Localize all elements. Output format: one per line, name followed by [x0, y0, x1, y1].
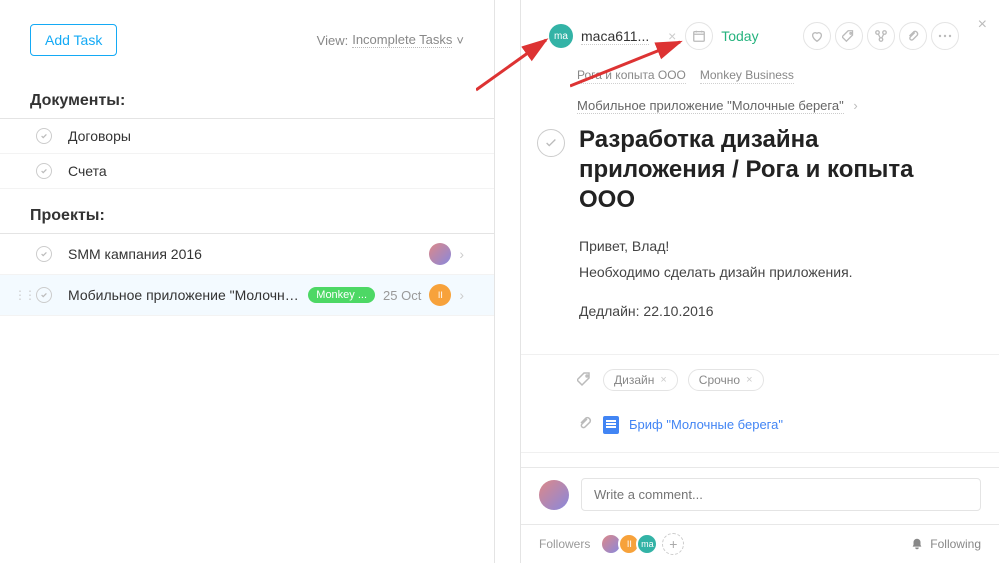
task-detail-panel: ma maca611... × Today × Рога и копыта ОО…: [520, 0, 999, 563]
comment-bar: [521, 467, 999, 521]
task-name: Мобильное приложение "Молочные берега": [68, 287, 302, 303]
followers-label: Followers: [539, 537, 590, 551]
task-list-panel: Add Task View: Incomplete Tasks ˅ Докуме…: [0, 0, 495, 563]
due-date: 25 Oct: [383, 288, 421, 303]
tag-icon[interactable]: [835, 22, 863, 50]
tag-label: Срочно: [699, 373, 740, 387]
task-row[interactable]: Счета: [0, 154, 494, 189]
tags-row: Дизайн × Срочно ×: [521, 354, 999, 405]
chevron-right-icon: ›: [459, 246, 464, 262]
add-task-button[interactable]: Add Task: [30, 24, 117, 56]
assignee-name[interactable]: maca611...: [581, 28, 649, 45]
remove-assignee-icon[interactable]: ×: [663, 27, 681, 45]
following-button[interactable]: Following: [910, 537, 981, 551]
section-header-documents: Документы:: [0, 82, 494, 119]
check-circle-icon[interactable]: [36, 128, 52, 144]
view-value: Incomplete Tasks: [352, 32, 452, 48]
view-label: View:: [317, 33, 349, 48]
task-title[interactable]: Разработка дизайна приложения / Рога и к…: [579, 125, 971, 215]
parent-project-link[interactable]: Мобильное приложение "Молочные берега": [577, 98, 844, 114]
tag-chip[interactable]: Срочно ×: [688, 369, 764, 391]
assignee-avatar[interactable]: II: [429, 284, 451, 306]
follower-avatar[interactable]: ma: [636, 533, 658, 555]
tag-chip[interactable]: Дизайн ×: [603, 369, 678, 391]
project-tag[interactable]: Monkey ...: [308, 287, 375, 303]
tag-label: Дизайн: [614, 373, 654, 387]
chevron-right-icon: ›: [459, 287, 464, 303]
assignee-avatar[interactable]: [429, 243, 451, 265]
task-row[interactable]: Договоры: [0, 119, 494, 154]
task-name: SMM кампания 2016: [68, 246, 421, 262]
current-user-avatar: [539, 480, 569, 510]
breadcrumb-item[interactable]: Рога и копыта ООО: [577, 68, 686, 84]
view-selector[interactable]: View: Incomplete Tasks ˅: [317, 32, 464, 48]
chevron-right-icon: ›: [853, 98, 857, 113]
remove-tag-icon[interactable]: ×: [660, 374, 666, 386]
description-line: Дедлайн: 22.10.2016: [579, 300, 959, 322]
description-line: Привет, Влад!: [579, 235, 959, 257]
breadcrumb-item[interactable]: Monkey Business: [700, 68, 794, 84]
task-row-selected[interactable]: Мобильное приложение "Молочные берега" M…: [0, 275, 494, 316]
check-circle-icon[interactable]: [36, 287, 52, 303]
task-row[interactable]: SMM кампания 2016 ›: [0, 234, 494, 275]
assignee-avatar[interactable]: ma: [549, 24, 573, 48]
check-circle-icon[interactable]: [36, 163, 52, 179]
more-icon[interactable]: [931, 22, 959, 50]
attachment-icon[interactable]: [899, 22, 927, 50]
close-icon[interactable]: ×: [978, 16, 987, 34]
tag-icon: [577, 371, 593, 390]
breadcrumb: Рога и копыта ООО Monkey Business: [521, 62, 999, 90]
paperclip-icon: [577, 415, 593, 434]
chevron-down-icon: ˅: [456, 33, 464, 48]
complete-task-button[interactable]: [537, 129, 565, 157]
attachment-row: Бриф "Молочные берега": [521, 405, 999, 452]
add-follower-button[interactable]: +: [662, 533, 684, 555]
google-doc-icon: [603, 416, 619, 434]
task-name: Договоры: [68, 128, 464, 144]
due-date-label[interactable]: Today: [721, 28, 758, 44]
parent-project-line: Мобильное приложение "Молочные берега" ›: [521, 90, 999, 117]
attachment-link[interactable]: Бриф "Молочные берега": [629, 417, 783, 432]
following-label: Following: [930, 537, 981, 551]
description-line: Необходимо сделать дизайн приложения.: [579, 261, 959, 283]
bell-icon: [910, 537, 924, 551]
calendar-icon[interactable]: [685, 22, 713, 50]
like-icon[interactable]: [803, 22, 831, 50]
task-description[interactable]: Привет, Влад! Необходимо сделать дизайн …: [521, 219, 999, 334]
subtask-icon[interactable]: [867, 22, 895, 50]
remove-tag-icon[interactable]: ×: [746, 374, 752, 386]
followers-bar: Followers II ma + Following: [521, 524, 999, 563]
check-circle-icon[interactable]: [36, 246, 52, 262]
section-header-projects: Проекты:: [0, 197, 494, 234]
comment-input[interactable]: [581, 478, 981, 511]
task-name: Счета: [68, 163, 464, 179]
